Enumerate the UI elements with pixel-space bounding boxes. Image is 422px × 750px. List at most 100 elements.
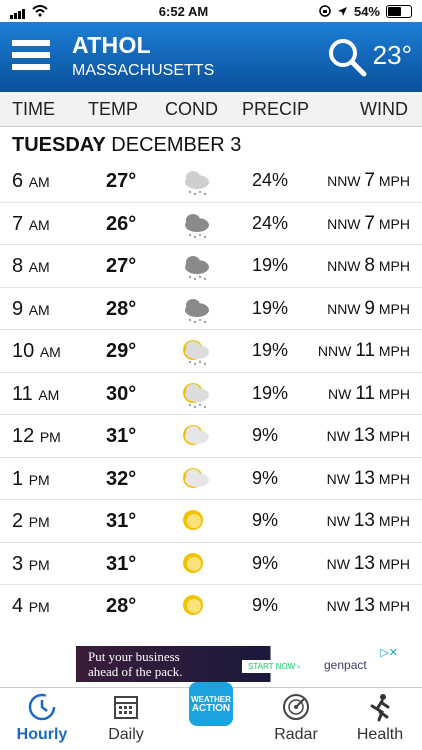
tab-label: Hourly bbox=[16, 726, 68, 743]
row-time: 7 AM bbox=[12, 212, 50, 235]
row-precip: 19% bbox=[252, 297, 289, 318]
table-row[interactable]: 8 AM 27° 19% NNW 8 MPH bbox=[0, 245, 422, 288]
tab-label: Radar bbox=[274, 726, 318, 743]
row-precip: 19% bbox=[252, 340, 289, 360]
row-time: 2 PM bbox=[12, 510, 50, 532]
dark-cloud-snow-icon bbox=[180, 209, 212, 239]
row-time: 9 AM bbox=[12, 297, 50, 320]
table-row[interactable]: 10 AM 29° 19% NNW 11 MPH bbox=[0, 330, 422, 373]
row-wind: NW 13 MPH bbox=[326, 467, 410, 489]
row-time: 8 AM bbox=[12, 255, 50, 277]
ad-banner[interactable]: Put your business ahead of the pack. STA… bbox=[76, 646, 400, 682]
day-heading: TUESDAY DECEMBER 3 bbox=[12, 134, 241, 157]
calendar-icon bbox=[114, 696, 138, 719]
row-precip: 24% bbox=[252, 212, 289, 233]
row-temp: 28° bbox=[106, 595, 137, 617]
tab-bar: Hourly Daily WEATHER ACTION Radar Health bbox=[0, 682, 422, 750]
row-wind: NW 13 MPH bbox=[326, 425, 410, 446]
tab-daily[interactable]: Daily bbox=[84, 688, 168, 750]
row-time: 4 PM bbox=[12, 595, 50, 617]
weather-action-line-2: ACTION bbox=[191, 703, 231, 714]
state-name[interactable]: MASSACHUSETTS bbox=[72, 62, 214, 80]
table-row[interactable]: 1 PM 32° 9% NW 13 MPH bbox=[0, 458, 422, 500]
sunny-icon bbox=[180, 591, 212, 621]
status-bar: 6:52 AM 54% bbox=[0, 0, 422, 22]
app-header: ATHOL MASSACHUSETTS 23° bbox=[0, 22, 422, 92]
row-time: 10 AM bbox=[12, 340, 61, 362]
row-time: 12 PM bbox=[12, 425, 61, 447]
partly-cloudy-icon bbox=[180, 464, 212, 494]
tab-health[interactable]: Health bbox=[338, 688, 422, 750]
wifi-icon bbox=[32, 5, 48, 17]
row-wind: NNW 7 MPH bbox=[327, 212, 410, 234]
menu-icon[interactable] bbox=[12, 40, 50, 72]
row-wind: NW 13 MPH bbox=[326, 552, 410, 574]
dark-cloud-snow-icon bbox=[180, 294, 212, 324]
rotation-lock-icon bbox=[319, 5, 331, 17]
sunny-icon bbox=[180, 549, 212, 579]
city-name[interactable]: ATHOL bbox=[72, 32, 151, 59]
status-right: 54% bbox=[319, 4, 412, 19]
row-precip: 24% bbox=[252, 170, 289, 190]
row-temp: 32° bbox=[106, 467, 137, 490]
current-temperature: 23° bbox=[372, 40, 412, 70]
battery-icon bbox=[386, 4, 412, 18]
tab-radar[interactable]: Radar bbox=[254, 688, 338, 750]
weather-action-button[interactable]: WEATHER ACTION bbox=[189, 682, 233, 726]
status-left bbox=[10, 4, 48, 19]
row-precip: 9% bbox=[252, 425, 279, 445]
col-wind: WIND bbox=[360, 99, 408, 119]
row-wind: NNW 9 MPH bbox=[327, 297, 410, 319]
table-row[interactable]: 4 PM 28° 9% NW 13 MPH bbox=[0, 585, 422, 627]
row-temp: 30° bbox=[106, 382, 137, 405]
row-precip: 9% bbox=[252, 552, 279, 573]
clock-icon bbox=[28, 693, 56, 721]
column-headers: TIME TEMP COND PRECIP WIND bbox=[0, 92, 422, 127]
row-wind: NW 13 MPH bbox=[326, 595, 410, 616]
sun-cloud-snow-icon bbox=[180, 379, 212, 409]
col-temp: TEMP bbox=[88, 99, 139, 119]
table-row[interactable]: 11 AM 30° 19% NW 11 MPH bbox=[0, 373, 422, 415]
tab-hourly[interactable]: Hourly bbox=[0, 688, 84, 750]
row-temp: 28° bbox=[106, 297, 137, 320]
search-icon[interactable] bbox=[326, 36, 368, 78]
row-wind: NW 11 MPH bbox=[328, 382, 410, 404]
table-row[interactable]: 7 AM 26° 24% NNW 7 MPH bbox=[0, 203, 422, 245]
row-temp: 31° bbox=[106, 510, 137, 532]
row-time: 11 AM bbox=[12, 382, 60, 405]
tab-label: Daily bbox=[108, 726, 144, 743]
row-temp: 26° bbox=[106, 212, 137, 235]
row-precip: 19% bbox=[252, 382, 289, 403]
day-weekday: TUESDAY bbox=[12, 134, 106, 156]
running-person-icon bbox=[370, 694, 390, 722]
col-cond: COND bbox=[165, 99, 218, 119]
table-row[interactable]: 12 PM 31° 9% NW 13 MPH bbox=[0, 415, 422, 458]
location-icon bbox=[337, 6, 347, 16]
partly-cloudy-icon bbox=[180, 421, 212, 451]
row-temp: 29° bbox=[106, 340, 137, 362]
radar-icon bbox=[283, 694, 309, 720]
day-date: DECEMBER 3 bbox=[111, 134, 242, 156]
ad-close-icon[interactable]: ▷✕ bbox=[380, 646, 398, 659]
ad-cta-button[interactable]: START NOW › bbox=[242, 660, 306, 673]
sun-cloud-snow-icon bbox=[180, 336, 212, 366]
row-time: 3 PM bbox=[12, 552, 50, 575]
row-temp: 27° bbox=[106, 170, 137, 192]
status-time: 6:52 AM bbox=[158, 3, 209, 19]
ad-line-2: ahead of the pack. bbox=[88, 664, 183, 679]
row-temp: 31° bbox=[106, 552, 137, 575]
row-precip: 9% bbox=[252, 467, 279, 488]
row-precip: 19% bbox=[252, 255, 289, 275]
table-row[interactable]: 3 PM 31° 9% NW 13 MPH bbox=[0, 543, 422, 585]
row-time: 1 PM bbox=[12, 467, 50, 490]
ad-line-1: Put your business bbox=[88, 649, 180, 664]
table-row[interactable]: 6 AM 27° 24% NNW 7 MPH bbox=[0, 160, 422, 203]
table-row[interactable]: 2 PM 31° 9% NW 13 MPH bbox=[0, 500, 422, 543]
hourly-list: 6 AM 27° 24% NNW 7 MPH 7 AM 26° 24% NNW … bbox=[0, 160, 422, 627]
battery-percent: 54% bbox=[353, 3, 380, 19]
col-precip: PRECIP bbox=[242, 99, 310, 119]
row-precip: 9% bbox=[252, 510, 279, 530]
table-row[interactable]: 9 AM 28° 19% NNW 9 MPH bbox=[0, 288, 422, 330]
row-wind: NNW 7 MPH bbox=[327, 170, 410, 191]
signal-icon bbox=[10, 4, 26, 19]
